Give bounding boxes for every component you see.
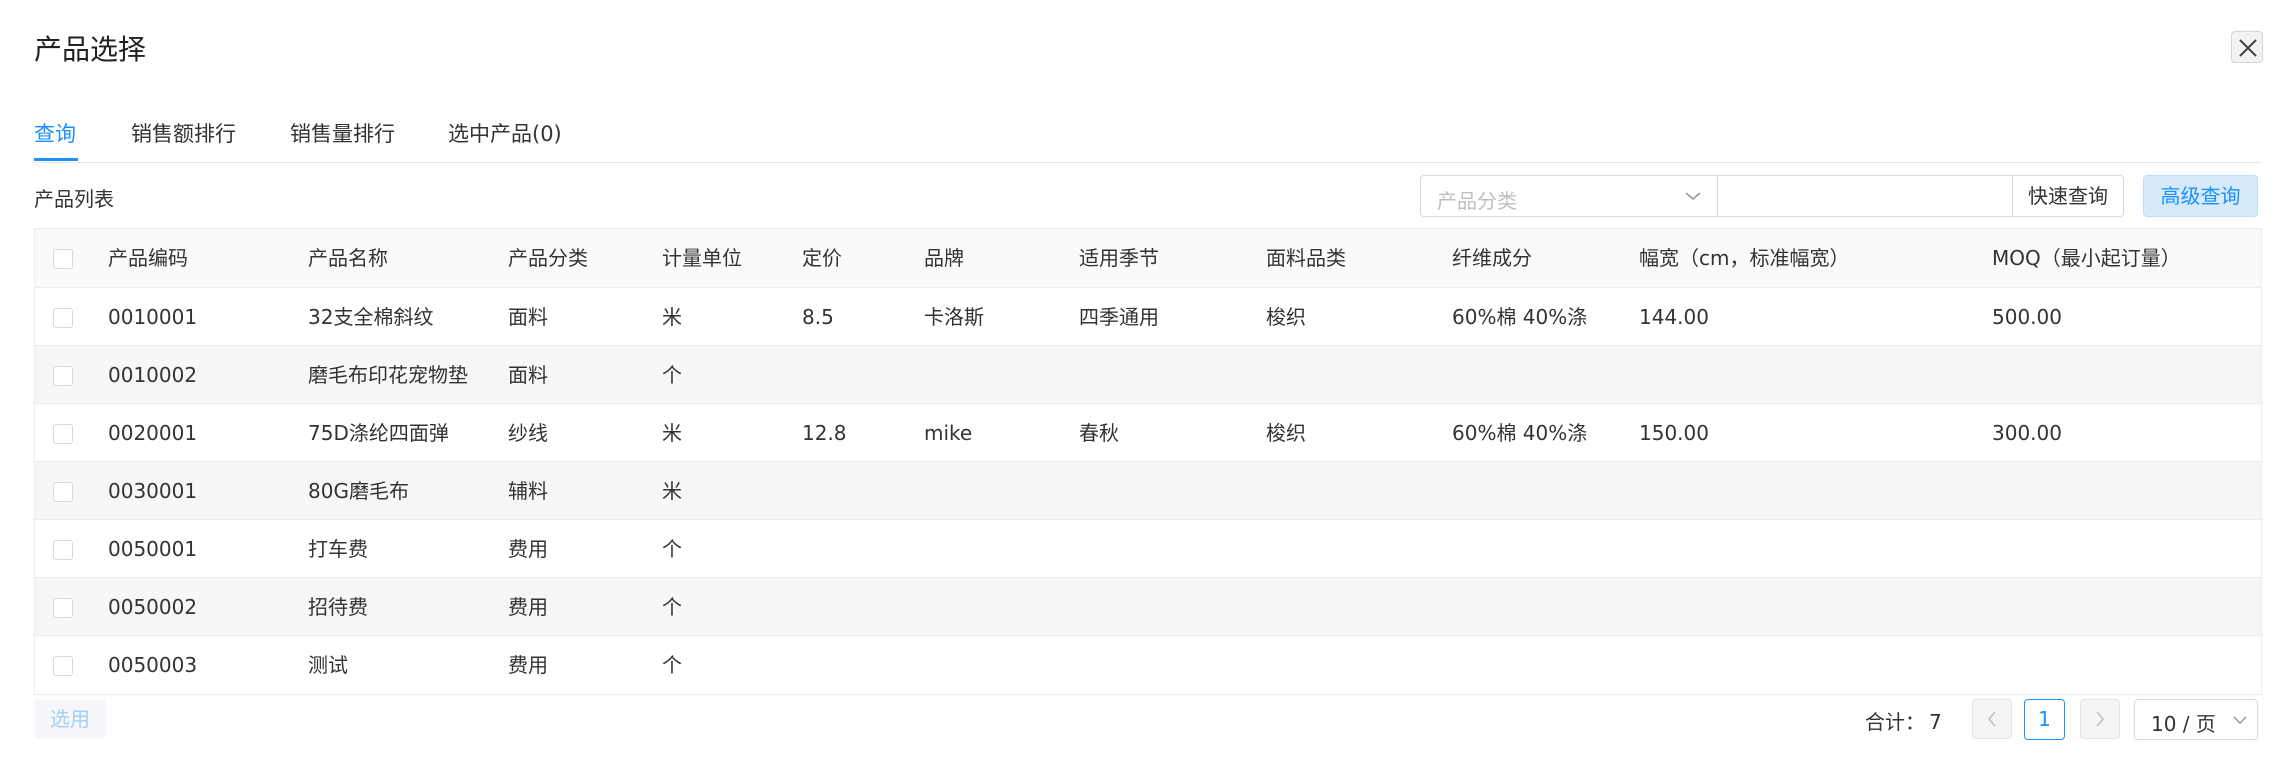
category-select[interactable]: 产品分类 [1420,175,1717,217]
cell-moq: 300.00 [1992,421,2062,445]
row-checkbox[interactable] [53,482,73,502]
product-list-title: 产品列表 [34,187,114,211]
tab-query[interactable]: 查询 [34,118,76,148]
next-page-button[interactable] [2080,699,2120,739]
cell-brand: 卡洛斯 [924,305,984,329]
total-count: 合计： 7 [1865,706,1942,735]
select-all-checkbox[interactable] [53,249,73,269]
cell-width: 144.00 [1639,305,1709,329]
cell-name: 32支全棉斜纹 [308,305,434,329]
cell-unit: 个 [662,595,682,619]
column-header: 幅宽（cm，标准幅宽） [1639,246,1850,270]
quick-search-button[interactable]: 快速查询 [2013,175,2124,217]
cell-category: 纱线 [508,421,548,445]
column-header: 产品编码 [108,246,188,270]
cell-unit: 个 [662,653,682,677]
cell-unit: 米 [662,305,682,329]
cell-name: 打车费 [308,537,368,561]
table-row[interactable]: 0050001 打车费 费用 个 [35,520,2261,578]
table-row[interactable]: 0010002 磨毛布印花宠物垫 面料 个 [35,346,2261,404]
cell-code: 0010002 [108,363,198,387]
table-row[interactable]: 0050002 招待费 费用 个 [35,578,2261,636]
cell-season: 春秋 [1079,421,1119,445]
cell-code: 0020001 [108,421,198,445]
column-header: 产品名称 [308,246,388,270]
chevron-right-icon [2096,711,2105,727]
category-placeholder: 产品分类 [1437,189,1517,213]
cell-name: 磨毛布印花宠物垫 [308,363,468,387]
column-header: 纤维成分 [1452,246,1532,270]
tab-sales-volume-rank[interactable]: 销售量排行 [290,118,395,148]
column-header: 适用季节 [1079,246,1159,270]
cell-brand: mike [924,421,973,445]
total-value: 7 [1929,710,1942,734]
cell-width: 150.00 [1639,421,1709,445]
column-header: 产品分类 [508,246,588,270]
column-header: 品牌 [924,246,964,270]
tab-bar: 查询 销售额排行 销售量排行 选中产品(0) [34,112,2262,163]
cell-unit: 个 [662,537,682,561]
cell-price: 8.5 [802,305,834,329]
column-header: 面料品类 [1266,246,1346,270]
row-checkbox[interactable] [53,598,73,618]
cell-name: 80G磨毛布 [308,479,409,503]
cell-fiber: 60%棉 40%涤 [1452,421,1588,445]
cell-category: 费用 [508,595,548,619]
column-header: 计量单位 [662,246,742,270]
cell-fabric-type: 梭织 [1266,305,1306,329]
close-button[interactable] [2231,31,2263,63]
chevron-down-icon [1685,192,1701,201]
row-checkbox[interactable] [53,540,73,560]
cell-code: 0050002 [108,595,198,619]
cell-moq: 500.00 [1992,305,2062,329]
chevron-down-icon [2233,716,2247,725]
cell-name: 测试 [308,653,348,677]
cell-name: 75D涤纶四面弹 [308,421,449,445]
tab-selected-products[interactable]: 选中产品(0) [448,118,562,148]
cell-price: 12.8 [802,421,847,445]
keyword-search-input[interactable] [1717,175,2013,217]
column-header: 定价 [802,246,842,270]
table-row[interactable]: 0050003 测试 费用 个 [35,636,2261,694]
cell-category: 费用 [508,653,548,677]
close-icon [2239,39,2257,57]
row-checkbox[interactable] [53,366,73,386]
cell-category: 面料 [508,363,548,387]
cell-code: 0030001 [108,479,198,503]
cell-code: 0050003 [108,653,198,677]
cell-code: 0010001 [108,305,198,329]
page-number-current[interactable]: 1 [2024,699,2065,740]
column-header: MOQ（最小起订量） [1992,246,2181,270]
tab-sales-amount-rank[interactable]: 销售额排行 [131,118,236,148]
chevron-left-icon [1987,711,1996,727]
table-header-row: 产品编码 产品名称 产品分类 计量单位 定价 品牌 适用季节 面料品类 纤维成分… [35,229,2261,288]
cell-category: 面料 [508,305,548,329]
apply-button[interactable]: 选用 [34,700,106,738]
page-size-value: 10 / 页 [2151,712,2216,736]
cell-category: 辅料 [508,479,548,503]
product-table: 产品编码 产品名称 产品分类 计量单位 定价 品牌 适用季节 面料品类 纤维成分… [34,228,2262,695]
cell-fiber: 60%棉 40%涤 [1452,305,1588,329]
cell-season: 四季通用 [1079,305,1159,329]
row-checkbox[interactable] [53,656,73,676]
active-tab-indicator [34,158,78,161]
cell-unit: 个 [662,363,682,387]
table-row[interactable]: 0020001 75D涤纶四面弹 纱线 米 12.8 mike 春秋 梭织 60… [35,404,2261,462]
dialog-title: 产品选择 [34,33,147,66]
cell-code: 0050001 [108,537,198,561]
row-checkbox[interactable] [53,308,73,328]
table-row[interactable]: 0010001 32支全棉斜纹 面料 米 8.5 卡洛斯 四季通用 梭织 60%… [35,288,2261,346]
prev-page-button[interactable] [1972,699,2012,739]
total-label: 合计： [1865,710,1925,734]
cell-unit: 米 [662,479,682,503]
page-size-select[interactable]: 10 / 页 [2134,699,2258,740]
cell-name: 招待费 [308,595,368,619]
table-row[interactable]: 0030001 80G磨毛布 辅料 米 [35,462,2261,520]
advanced-search-button[interactable]: 高级查询 [2143,175,2258,217]
cell-category: 费用 [508,537,548,561]
row-checkbox[interactable] [53,424,73,444]
cell-fabric-type: 梭织 [1266,421,1306,445]
cell-unit: 米 [662,421,682,445]
